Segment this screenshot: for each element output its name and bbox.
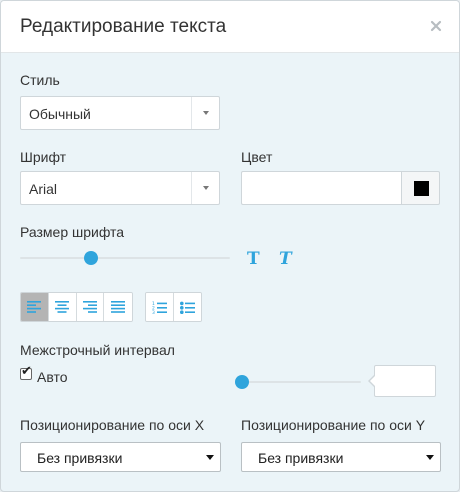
italic-text-icon[interactable]: T [279,249,292,269]
dialog-title: Редактирование текста [20,16,227,37]
font-select-value: Arial [29,181,58,197]
dialog-header: Редактирование текста [1,1,459,53]
chevron-down-icon [203,111,209,115]
font-size-label: Размер шрифта [20,224,125,240]
position-x-label: Позиционирование по оси X [20,417,205,433]
font-select[interactable]: Arial [20,171,220,205]
position-y-label: Позиционирование по оси Y [241,417,426,433]
line-spacing-label: Межстрочный интервал [20,342,175,358]
align-center-icon[interactable] [48,293,77,321]
align-right-icon[interactable] [76,293,105,321]
close-icon[interactable] [429,19,443,33]
chevron-down-icon [203,186,209,190]
text-edit-dialog: Редактирование текста Стиль Обычный Шриф… [0,0,460,492]
text-align-group [20,292,133,322]
numbered-list-icon[interactable]: 1 2 3 [146,293,174,321]
line-spacing-input[interactable] [368,365,436,397]
list-style-group: 1 2 3 [145,292,202,322]
position-x-select[interactable]: Без привязки [20,442,221,472]
checkmark-icon: ✔ [21,364,32,379]
color-label: Цвет [241,149,273,165]
svg-text:3: 3 [152,310,155,314]
position-y-select[interactable]: Без привязки [241,442,441,472]
style-select[interactable]: Обычный [20,96,220,130]
chevron-down-icon [426,455,434,460]
font-size-slider-track[interactable] [20,257,230,259]
line-spacing-slider-track[interactable] [241,381,361,383]
bold-text-icon[interactable]: T [247,249,260,269]
color-swatch [414,181,429,196]
style-label: Стиль [20,72,60,88]
chevron-down-icon [206,455,214,460]
line-spacing-slider-thumb[interactable] [235,375,249,389]
position-y-value: Без привязки [258,450,344,466]
style-select-value: Обычный [29,106,91,122]
auto-spacing-label: Авто [37,369,68,385]
color-picker-button[interactable] [401,171,440,205]
bulleted-list-icon[interactable] [173,293,201,321]
position-x-value: Без привязки [37,450,123,466]
font-label: Шрифт [20,149,67,165]
color-input[interactable] [241,171,401,205]
align-justify-icon[interactable] [104,293,132,321]
font-size-slider-thumb[interactable] [84,251,99,265]
align-left-icon[interactable] [21,293,49,321]
auto-spacing-checkbox[interactable]: ✔ [20,364,32,380]
